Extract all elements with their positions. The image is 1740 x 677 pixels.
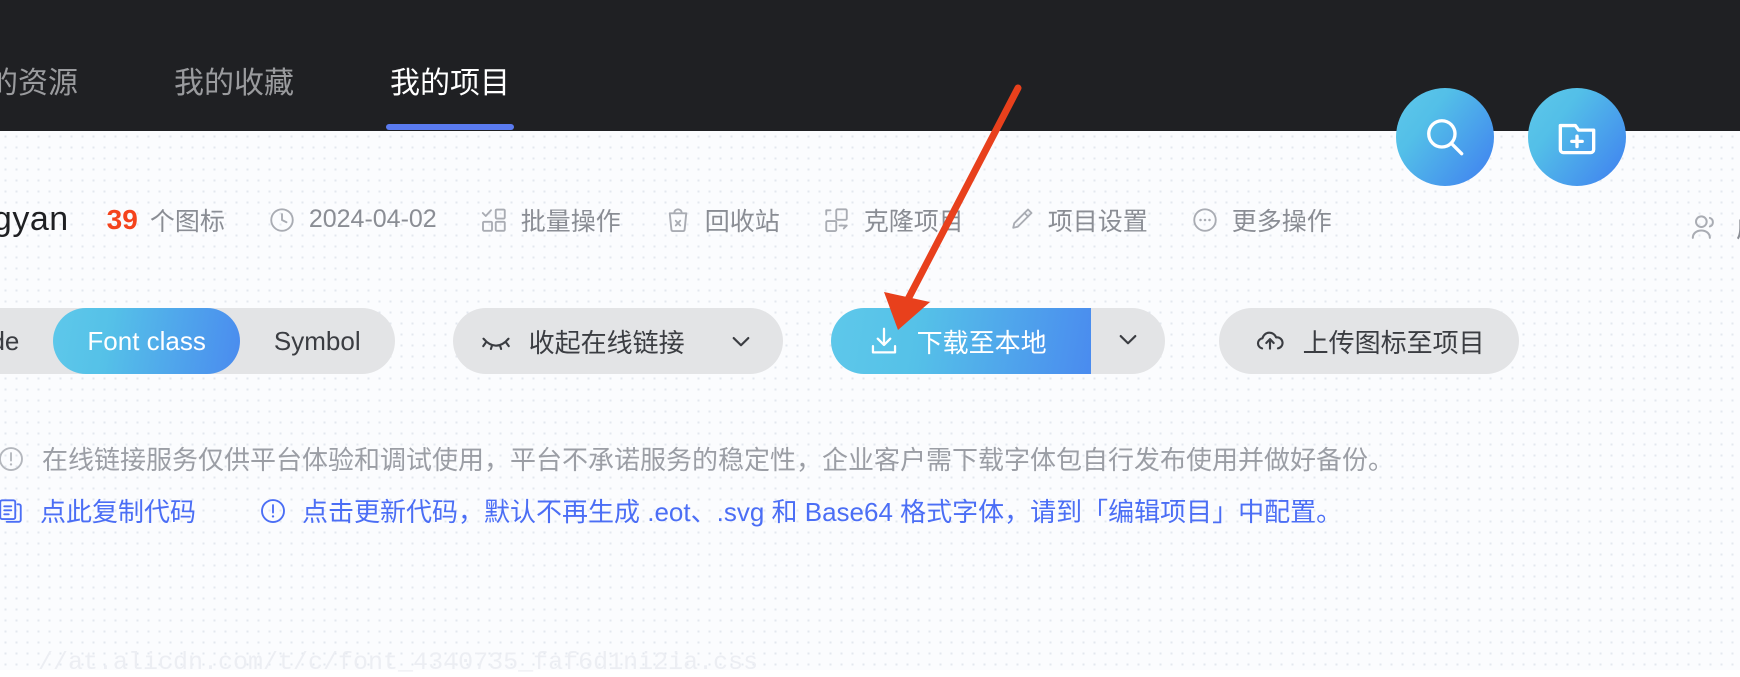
batch-operation-icon [479, 205, 509, 235]
icon-count: 39 [106, 203, 138, 235]
online-link-warning-notice: 在线链接服务仅供平台体验和调试使用，平台不承诺服务的稳定性，企业客户需下载字体包… [0, 440, 1394, 477]
project-info-row: lqingyan 39 个图标 2024-04-02 批量操作 [0, 200, 1332, 239]
project-date-text: 2024-04-02 [308, 205, 437, 233]
code-links-row: 点此复制代码 点击更新代码，默认不再生成 .eot、.svg 和 Base64 … [0, 492, 1342, 529]
nav-tab-my-resources[interactable]: 的资源 [0, 60, 126, 108]
clone-project-label: 克隆项目 [863, 207, 964, 236]
members-action[interactable]: 成员 [1688, 208, 1740, 245]
clone-project-action[interactable]: 克隆项目 [822, 202, 964, 238]
cloud-upload-icon [1253, 324, 1287, 358]
project-settings-label: 项目设置 [1047, 207, 1148, 236]
update-code-note-text: 点击更新代码，默认不再生成 .eot、.svg 和 Base64 格式字体，请到… [302, 497, 1343, 527]
online-link-warning-text: 在线链接服务仅供平台体验和调试使用，平台不承诺服务的稳定性，企业客户需下载字体包… [42, 445, 1395, 475]
download-to-local-label: 下载至本地 [916, 327, 1047, 358]
download-button-group: 下载至本地 [830, 308, 1165, 374]
info-circle-icon [258, 496, 288, 526]
chevron-down-icon[interactable] [725, 325, 757, 357]
recycle-bin-icon [663, 205, 693, 235]
batch-operation-action[interactable]: 批量操作 [479, 202, 621, 238]
more-ellipsis-icon [1190, 205, 1220, 235]
pencil-settings-icon [1006, 205, 1036, 235]
nav-tab-my-projects[interactable]: 我的项目 [342, 60, 558, 130]
download-to-local-button[interactable]: 下载至本地 [830, 308, 1091, 374]
project-date: 2024-04-02 [267, 205, 437, 235]
recycle-bin-action[interactable]: 回收站 [663, 202, 780, 238]
members-label: 成员 [1736, 208, 1740, 245]
nav-tab-list: 的资源 我的收藏 我的项目 [0, 60, 558, 130]
segment-font-class-label: Font class [87, 326, 206, 356]
new-project-icon [1552, 112, 1602, 162]
icon-count-label: 个图标 [149, 207, 225, 236]
collapse-online-link-label: 收起在线链接 [528, 327, 685, 358]
clone-project-icon [822, 205, 852, 235]
segment-unicode-label: Unicode [0, 326, 20, 356]
chevron-down-icon [1112, 323, 1144, 360]
search-fab-button[interactable] [1396, 88, 1494, 186]
recycle-bin-label: 回收站 [704, 207, 780, 236]
collapse-online-link-button[interactable]: 收起在线链接 [452, 308, 783, 374]
copy-icon [0, 496, 26, 526]
upload-icons-button[interactable]: 上传图标至项目 [1218, 308, 1519, 374]
segment-symbol-label: Symbol [273, 326, 361, 356]
project-settings-action[interactable]: 项目设置 [1006, 202, 1148, 238]
upload-icons-label: 上传图标至项目 [1302, 327, 1485, 358]
active-tab-underline [386, 124, 514, 130]
members-icon [1688, 211, 1720, 243]
eye-closed-icon [479, 324, 513, 358]
nav-tab-label: 的资源 [0, 67, 78, 100]
segment-symbol[interactable]: Symbol [240, 308, 395, 374]
more-operations-action[interactable]: 更多操作 [1190, 202, 1332, 238]
more-operations-label: 更多操作 [1231, 207, 1332, 236]
update-code-note[interactable]: 点击更新代码，默认不再生成 .eot、.svg 和 Base64 格式字体，请到… [258, 492, 1342, 529]
project-name: lqingyan [0, 200, 69, 238]
batch-operation-label: 批量操作 [520, 207, 621, 236]
clock-icon [267, 205, 297, 235]
download-icon [867, 324, 901, 358]
nav-tab-my-favorites[interactable]: 我的收藏 [126, 60, 342, 108]
nav-tab-label: 我的项目 [390, 67, 510, 100]
css-url-text[interactable]: //at.alicdn.com/t/c/font_4340735_faf6d1n… [38, 648, 758, 677]
copy-code-label: 点此复制代码 [40, 497, 197, 527]
nav-tab-label: 我的收藏 [174, 67, 294, 100]
segment-unicode[interactable]: Unicode [0, 308, 53, 374]
download-options-dropdown[interactable] [1090, 308, 1165, 374]
info-circle-icon [0, 444, 26, 474]
action-bar: Unicode Font class Symbol 收起在线链接 [0, 308, 1519, 374]
new-project-fab-button[interactable] [1528, 88, 1626, 186]
segment-font-class[interactable]: Font class [53, 308, 240, 374]
search-icon [1420, 112, 1470, 162]
copy-code-link[interactable]: 点此复制代码 [0, 492, 196, 529]
code-format-segmented-control: Unicode Font class Symbol [0, 308, 395, 374]
